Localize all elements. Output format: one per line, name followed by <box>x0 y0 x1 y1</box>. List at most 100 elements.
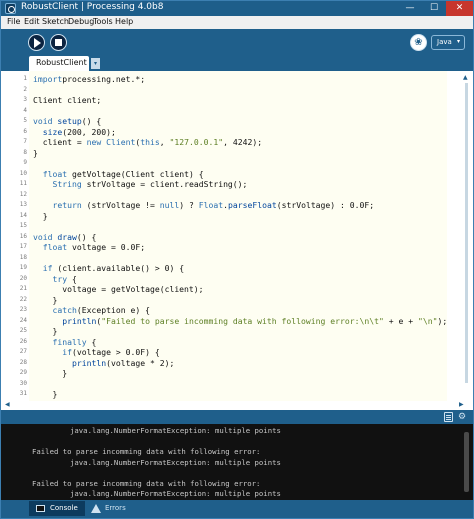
code-token: voltage = getVoltage(client); <box>33 284 204 294</box>
ide-window: RobustClient | Processing 4.0b8 — ☐ ✕ Fi… <box>0 0 474 519</box>
run-button[interactable] <box>28 34 45 51</box>
code-line[interactable]: float voltage = 0.0F; <box>33 242 145 253</box>
line-number: 12 <box>19 190 27 198</box>
code-token: void <box>33 231 53 242</box>
code-line[interactable]: } <box>33 368 67 379</box>
code-line[interactable]: println(voltage * 2); <box>33 358 174 369</box>
editor-vertical-scrollbar[interactable]: ▲ <box>447 71 473 401</box>
tab-label: RobustClient <box>36 58 87 67</box>
code-line[interactable]: } <box>33 295 57 306</box>
console-line: Failed to parse incomming data with foll… <box>32 447 261 456</box>
code-line[interactable]: } <box>33 389 57 400</box>
code-line[interactable]: String strVoltage = client.readString(); <box>33 179 248 190</box>
copy-icon[interactable] <box>444 412 453 422</box>
code-line[interactable]: void draw() { <box>33 232 96 243</box>
code-token: null <box>159 200 180 210</box>
code-line[interactable]: catch(Exception e) { <box>33 305 150 316</box>
gear-icon[interactable]: ⚙ <box>458 412 468 422</box>
errors-tab[interactable]: Errors <box>91 501 141 516</box>
line-number: 26 <box>19 337 27 345</box>
code-line[interactable]: Client client; <box>33 95 101 106</box>
menu-help[interactable]: Help <box>115 17 133 26</box>
code-token: , 4242); <box>223 137 263 147</box>
code-token: (strVoltage != <box>81 200 160 210</box>
code-line[interactable]: } <box>33 326 57 337</box>
code-token: (client.available() > 0) { <box>52 263 185 273</box>
maximize-button[interactable]: ☐ <box>422 1 446 16</box>
code-line[interactable]: void setup() { <box>33 116 101 127</box>
code-line[interactable]: voltage = getVoltage(client); <box>33 284 204 295</box>
code-token: "127.0.0.1" <box>169 137 224 147</box>
code-line[interactable]: if(voltage > 0.0F) { <box>33 347 159 358</box>
code-token: (voltage * 2); <box>106 357 175 368</box>
line-number: 8 <box>23 148 27 156</box>
line-number: 3 <box>23 96 27 103</box>
errors-tab-label: Errors <box>105 504 126 512</box>
console-divider-bar[interactable]: ⚙ <box>1 410 473 424</box>
code-token: setup <box>57 116 82 126</box>
code-line[interactable]: } <box>33 211 48 222</box>
menu-file[interactable]: File <box>7 17 20 26</box>
console-line: java.lang.NumberFormatException: multipl… <box>70 457 281 467</box>
tab-robustclient[interactable]: RobustClient <box>29 56 89 71</box>
mode-selector[interactable]: Java ▾ <box>431 35 465 50</box>
code-token: return <box>52 200 82 210</box>
code-token: (strVoltage) : 0.0F; <box>276 200 375 210</box>
code-token: if <box>42 263 53 273</box>
code-token: + e + <box>383 315 419 326</box>
line-number: 16 <box>19 232 27 240</box>
scroll-up-arrow-icon[interactable]: ▲ <box>463 74 468 81</box>
console-line: java.lang.NumberFormatException: multipl… <box>70 426 281 435</box>
scroll-right-arrow-icon[interactable]: ▶ <box>459 401 464 408</box>
code-line[interactable]: client = new Client(this, "127.0.0.1", 4… <box>33 137 262 148</box>
code-token: import <box>33 74 63 84</box>
code-line[interactable]: } <box>33 148 38 159</box>
code-line[interactable]: importprocessing.net.*; <box>33 74 145 85</box>
code-token: "Failed to parse incomming data with fol… <box>101 315 384 326</box>
code-line[interactable]: finally { <box>33 337 97 348</box>
menu-edit[interactable]: Edit <box>24 17 40 26</box>
menu-bar: File Edit Sketch Debug Tools Help <box>1 16 473 29</box>
code-text-area[interactable]: importprocessing.net.*; Client client; voi… <box>29 71 447 401</box>
code-line[interactable]: try { <box>33 274 77 285</box>
code-token: (200, 200); <box>62 126 116 137</box>
line-number-gutter: 1 2 3 4 5 6 7 8 9 10 11 12 13 14 15 16 17 18 19 20 21 22 23 24 2… <box>1 71 29 418</box>
code-line[interactable]: return (strVoltage != null) ? Float.pars… <box>33 200 375 211</box>
processing-app-icon <box>5 3 16 14</box>
console-scroll-thumb[interactable] <box>464 432 469 492</box>
console-scrollbar[interactable] <box>460 424 473 500</box>
sketch-tab-bar: RobustClient ▾ <box>1 56 473 71</box>
minimize-button[interactable]: — <box>398 1 422 16</box>
tab-menu-button[interactable]: ▾ <box>91 58 100 69</box>
code-line[interactable]: float getVoltage(Client client) { <box>33 169 204 180</box>
line-number: 30 <box>19 379 27 387</box>
window-title: RobustClient | Processing 4.0b8 <box>21 2 164 12</box>
console-line: Failed to parse incomming data with foll… <box>32 478 261 488</box>
menu-sketch[interactable]: Sketch <box>42 17 69 26</box>
scroll-left-arrow-icon[interactable]: ◀ <box>5 401 10 408</box>
title-bar[interactable]: RobustClient | Processing 4.0b8 — ☐ ✕ <box>1 1 473 16</box>
stop-button[interactable] <box>50 34 67 51</box>
menu-tools[interactable]: Tools <box>93 17 113 26</box>
editor-horizontal-scrollbar[interactable]: ◀ ▶ <box>1 401 473 410</box>
code-line[interactable]: size(200, 200); <box>33 127 116 138</box>
code-token: void <box>33 116 53 126</box>
console-tab[interactable]: Console <box>29 501 85 516</box>
code-token: } <box>33 326 58 336</box>
line-number: 29 <box>19 369 27 376</box>
line-number: 17 <box>19 243 27 250</box>
close-button[interactable]: ✕ <box>446 1 473 16</box>
code-token: float <box>42 168 68 179</box>
menu-debug[interactable]: Debug <box>68 17 94 26</box>
code-line[interactable]: println("Failed to parse incomming data … <box>33 316 447 327</box>
code-token: println <box>62 315 97 326</box>
code-line[interactable]: if (client.available() > 0) { <box>33 263 184 274</box>
code-token: if <box>62 347 72 357</box>
debug-bug-icon[interactable]: ❀ <box>410 34 427 51</box>
editor-scroll-thumb[interactable] <box>465 83 468 383</box>
